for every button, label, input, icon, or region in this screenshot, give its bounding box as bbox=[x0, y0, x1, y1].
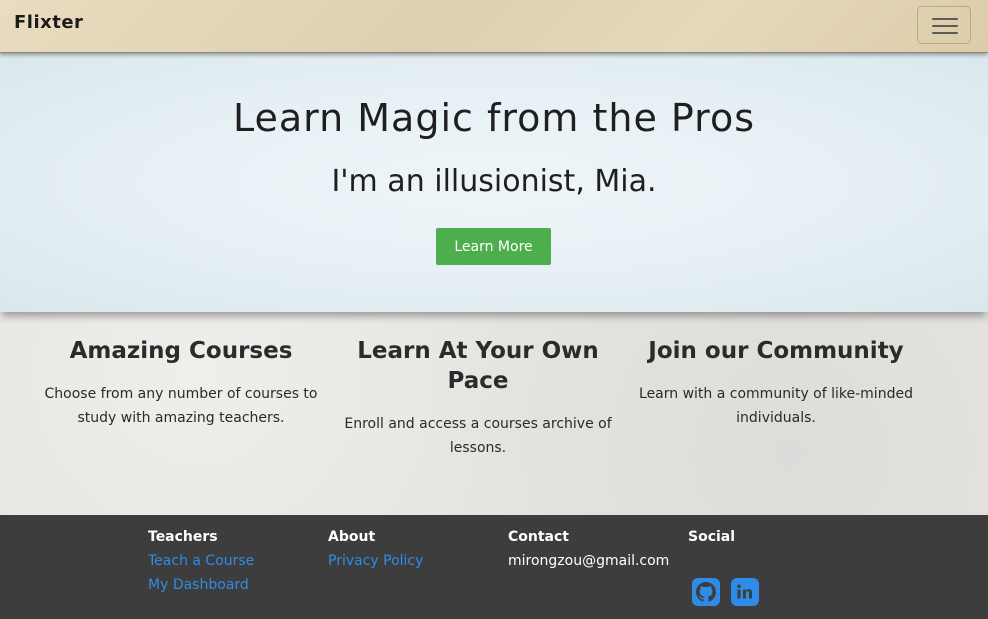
hero-title: Learn Magic from the Pros bbox=[232, 96, 756, 140]
features-section: Amazing Courses Choose from any number o… bbox=[0, 312, 988, 515]
feature-heading: Amazing Courses bbox=[69, 338, 293, 364]
feature-own-pace: Learn At Your Own Pace Enroll and access… bbox=[338, 336, 618, 460]
hamburger-menu-icon bbox=[932, 32, 958, 34]
teach-a-course-link[interactable]: Teach a Course bbox=[148, 549, 254, 573]
feature-text: Choose from any number of courses to stu… bbox=[44, 386, 318, 426]
navbar-toggle-button[interactable] bbox=[917, 6, 971, 44]
footer-heading-about: About bbox=[328, 529, 376, 545]
feature-text: Learn with a community of like-minded in… bbox=[639, 386, 913, 426]
hamburger-menu-icon bbox=[932, 25, 958, 27]
feature-heading: Learn At Your Own Pace bbox=[357, 338, 599, 394]
hamburger-menu-icon bbox=[932, 18, 958, 20]
footer-heading-social: Social bbox=[688, 529, 736, 545]
learn-more-button[interactable]: Learn More bbox=[436, 228, 551, 265]
contact-email[interactable]: mirongzou@gmail.com bbox=[508, 549, 669, 573]
privacy-policy-link[interactable]: Privacy Policy bbox=[328, 549, 423, 573]
footer-contact-column: Contact mirongzou@gmail.com bbox=[508, 525, 669, 573]
navbar: Flixter bbox=[0, 0, 988, 53]
social-icons bbox=[692, 578, 759, 606]
feature-amazing-courses: Amazing Courses Choose from any number o… bbox=[40, 336, 322, 430]
hero-section: Learn Magic from the Pros I'm an illusio… bbox=[0, 52, 988, 312]
hero-subtitle: I'm an illusionist, Mia. bbox=[331, 164, 657, 199]
feature-text: Enroll and access a courses archive of l… bbox=[344, 416, 612, 456]
github-icon[interactable] bbox=[692, 578, 720, 606]
footer-heading-contact: Contact bbox=[508, 529, 569, 545]
linkedin-icon[interactable] bbox=[731, 578, 759, 606]
brand-logo[interactable]: Flixter bbox=[14, 12, 83, 33]
feature-community: Join our Community Learn with a communit… bbox=[636, 336, 916, 430]
footer-social-column: Social bbox=[688, 525, 735, 549]
footer-teachers-column: Teachers Teach a Course My Dashboard bbox=[148, 525, 254, 597]
my-dashboard-link[interactable]: My Dashboard bbox=[148, 573, 254, 597]
feature-heading: Join our Community bbox=[648, 338, 904, 364]
footer: Teachers Teach a Course My Dashboard Abo… bbox=[0, 515, 988, 619]
footer-heading-teachers: Teachers bbox=[148, 529, 218, 545]
footer-about-column: About Privacy Policy bbox=[328, 525, 423, 573]
